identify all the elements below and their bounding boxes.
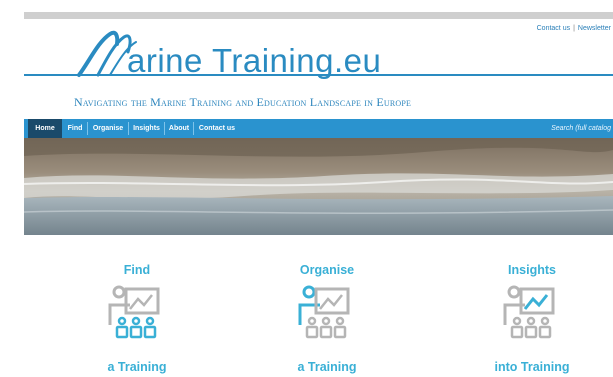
card-title: Organise xyxy=(299,263,355,277)
nav-item-insights[interactable]: Insights xyxy=(130,119,163,138)
nav-item-find[interactable]: Find xyxy=(64,119,86,138)
nav-divider xyxy=(193,122,194,135)
main-nav: Home Find Organise Insights About Contac… xyxy=(24,119,613,138)
nav-divider xyxy=(87,122,88,135)
tagline: Navigating the Marine Training and Educa… xyxy=(74,95,411,110)
site-logo[interactable]: arine Training.eu xyxy=(24,28,613,90)
card-find[interactable]: Find a Training xyxy=(62,263,212,374)
top-grey-bar xyxy=(24,12,613,19)
nav-item-home[interactable]: Home xyxy=(28,119,62,138)
card-title: Insights xyxy=(508,263,556,277)
nav-divider xyxy=(128,122,129,135)
insights-training-icon xyxy=(503,285,555,339)
search-input[interactable]: Search (full catalog xyxy=(551,119,611,138)
nav-item-contact[interactable]: Contact us xyxy=(195,119,239,138)
hero-beach-image xyxy=(24,138,613,235)
find-training-icon xyxy=(108,285,160,339)
card-subtitle: a Training xyxy=(107,360,167,374)
tagline-text: Navigating the Marine Training and Educa… xyxy=(74,95,412,109)
card-subtitle: into Training xyxy=(494,360,570,374)
nav-divider xyxy=(164,122,165,135)
nav-item-organise[interactable]: Organise xyxy=(89,119,127,138)
nav-item-about[interactable]: About xyxy=(166,119,192,138)
card-title: Find xyxy=(123,263,151,277)
organise-training-icon xyxy=(298,285,350,339)
card-organise[interactable]: Organise a Training xyxy=(252,263,402,374)
card-insights[interactable]: Insights into Training xyxy=(457,263,607,374)
card-subtitle: a Training xyxy=(297,360,357,374)
logo-text: arine Training.eu xyxy=(127,42,382,79)
